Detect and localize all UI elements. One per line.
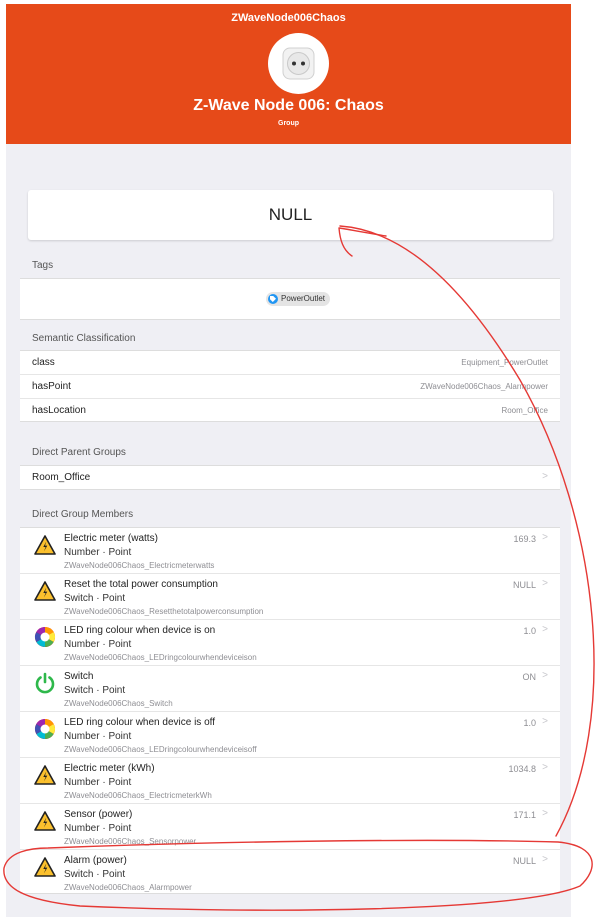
member-id: ZWaveNode006Chaos_Sensorpower <box>64 837 197 846</box>
member-id: ZWaveNode006Chaos_Switch <box>64 699 173 708</box>
member-state: ON <box>522 672 537 682</box>
member-item[interactable]: Alarm (power) Switch · Point ZWaveNode00… <box>20 850 560 896</box>
member-name: LED ring colour when device is off <box>64 717 216 728</box>
nav-title: ZWaveNode006Chaos <box>231 12 346 24</box>
member-type: Switch · Point <box>64 593 126 604</box>
warning-icon <box>34 811 56 831</box>
member-name: LED ring colour when device is on <box>64 625 216 636</box>
semantic-section-title: Semantic Classification <box>32 333 136 344</box>
tags-section-title: Tags <box>32 260 54 271</box>
tag-label: PowerOutlet <box>281 294 326 303</box>
member-name: Electric meter (watts) <box>64 533 158 544</box>
member-state: 171.1 <box>513 810 536 820</box>
member-id: ZWaveNode006Chaos_LEDringcolourwhendevic… <box>64 653 257 662</box>
parents-section-title: Direct Parent Groups <box>32 447 126 458</box>
members-section-title: Direct Group Members <box>32 509 134 520</box>
parent-group-label: Room_Office <box>32 472 91 483</box>
member-type: Number · Point <box>64 639 132 650</box>
member-id: ZWaveNode006Chaos_LEDringcolourwhendevic… <box>64 745 257 754</box>
tags-list: PowerOutlet <box>20 278 560 320</box>
group-members-list: Electric meter (watts) Number · Point ZW… <box>20 527 560 894</box>
member-type: Switch · Point <box>64 685 126 696</box>
tag-chip-poweroutlet[interactable]: PowerOutlet <box>266 292 331 306</box>
semantic-row-class: class Equipment_PowerOutlet <box>20 351 560 375</box>
semantic-row-haspoint: hasPoint ZWaveNode006Chaos_Alarmpower <box>20 375 560 399</box>
member-id: ZWaveNode006Chaos_Alarmpower <box>64 883 192 892</box>
warning-icon <box>34 535 56 555</box>
group-avatar <box>268 33 329 94</box>
group-page: ZWaveNode006Chaos Z-Wave Node 006: Chaos… <box>6 4 571 917</box>
member-name: Alarm (power) <box>64 855 127 866</box>
semantic-key: hasLocation <box>32 405 86 416</box>
member-item[interactable]: Electric meter (watts) Number · Point ZW… <box>20 528 560 574</box>
chevron-right-icon: > <box>542 532 548 543</box>
group-state-card[interactable]: NULL <box>28 190 553 240</box>
member-state: 169.3 <box>513 534 536 544</box>
chevron-right-icon: > <box>542 762 548 773</box>
color-wheel-icon <box>35 627 55 647</box>
member-state: 1034.8 <box>508 764 536 774</box>
semantic-value: ZWaveNode006Chaos_Alarmpower <box>420 382 548 391</box>
member-item[interactable]: Reset the total power consumption Switch… <box>20 574 560 620</box>
member-state: 1.0 <box>523 626 536 636</box>
chevron-right-icon: > <box>542 670 548 681</box>
semantic-row-haslocation: hasLocation Room_Office <box>20 399 560 423</box>
warning-icon <box>34 857 56 877</box>
member-type: Number · Point <box>64 823 132 834</box>
chevron-right-icon: > <box>542 716 548 727</box>
member-item[interactable]: LED ring colour when device is off Numbe… <box>20 712 560 758</box>
member-type: Number · Point <box>64 777 132 788</box>
power-outlet-icon <box>282 47 315 80</box>
page-subtitle: Group <box>278 120 299 127</box>
semantic-value: Room_Office <box>501 406 548 415</box>
member-name: Reset the total power consumption <box>64 579 218 590</box>
semantic-key: hasPoint <box>32 381 71 392</box>
member-item[interactable]: LED ring colour when device is on Number… <box>20 620 560 666</box>
chevron-right-icon: > <box>542 854 548 865</box>
chevron-right-icon: > <box>542 624 548 635</box>
semantic-list: class Equipment_PowerOutlet hasPoint ZWa… <box>20 350 560 422</box>
color-wheel-icon <box>35 719 55 739</box>
group-state-value: NULL <box>268 205 313 224</box>
member-item[interactable]: Switch Switch · Point ZWaveNode006Chaos_… <box>20 666 560 712</box>
member-state: 1.0 <box>523 718 536 728</box>
group-header: ZWaveNode006Chaos Z-Wave Node 006: Chaos… <box>6 4 571 144</box>
chevron-right-icon: > <box>542 578 548 589</box>
member-name: Sensor (power) <box>64 809 133 820</box>
member-state: NULL <box>512 856 536 866</box>
parent-group-item[interactable]: Room_Office > <box>20 465 560 490</box>
warning-icon <box>34 581 56 601</box>
member-state: NULL <box>512 580 536 590</box>
warning-icon <box>34 765 56 785</box>
semantic-value: Equipment_PowerOutlet <box>461 358 548 367</box>
power-icon <box>35 672 55 694</box>
chevron-right-icon: > <box>542 471 548 482</box>
member-id: ZWaveNode006Chaos_ElectricmeterkWh <box>64 791 212 800</box>
member-type: Number · Point <box>64 731 132 742</box>
member-item[interactable]: Sensor (power) Number · Point ZWaveNode0… <box>20 804 560 850</box>
semantic-key: class <box>32 357 55 368</box>
member-item[interactable]: Electric meter (kWh) Number · Point ZWav… <box>20 758 560 804</box>
chevron-right-icon: > <box>542 808 548 819</box>
member-type: Number · Point <box>64 547 132 558</box>
page-title: Z-Wave Node 006: Chaos <box>193 97 384 114</box>
member-id: ZWaveNode006Chaos_Electricmeterwatts <box>64 561 215 570</box>
member-name: Electric meter (kWh) <box>64 763 155 774</box>
member-id: ZWaveNode006Chaos_Resetthetotalpowercons… <box>64 607 264 616</box>
tag-icon <box>268 294 278 304</box>
member-type: Switch · Point <box>64 869 126 880</box>
member-name: Switch <box>64 671 94 682</box>
